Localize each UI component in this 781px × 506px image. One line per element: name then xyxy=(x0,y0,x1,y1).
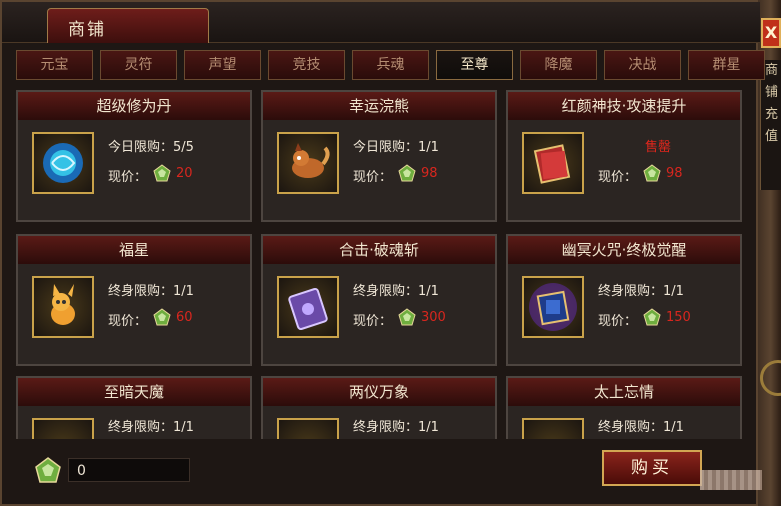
currency-gem-icon xyxy=(153,164,171,182)
item-name: 合击·破魂斩 xyxy=(263,236,495,264)
item-card[interactable]: 太上忘情 终身限购：1/1 xyxy=(506,376,742,439)
raccoon-pet-icon xyxy=(277,132,339,194)
tab-lingfu[interactable]: 灵符 xyxy=(100,50,177,80)
currency-gem-icon xyxy=(398,308,416,326)
item-card[interactable]: 福星 终身限购：1/1 现价： 60 xyxy=(16,234,252,366)
item-name: 超级修为丹 xyxy=(18,92,250,120)
currency-gem-icon xyxy=(643,164,661,182)
item-name: 两仪万象 xyxy=(263,378,495,406)
side-char: 值 xyxy=(764,129,778,144)
item-card[interactable]: 超级修为丹 今日限购：5/5 现价： 20 xyxy=(16,90,252,222)
tab-zhizun[interactable]: 至尊 xyxy=(436,50,513,80)
item-limit: 终身限购：1/1 xyxy=(108,420,194,435)
item-name: 幸运浣熊 xyxy=(263,92,495,120)
item-price: 20 xyxy=(176,166,193,181)
tab-binghun[interactable]: 兵魂 xyxy=(352,50,429,80)
item-limit: 今日限购：1/1 xyxy=(353,140,439,155)
item-price: 98 xyxy=(666,166,683,181)
side-char: 铺 xyxy=(764,85,778,100)
item-card[interactable]: 幽冥火咒·终极觉醒 终身限购：1/1 现价： 150 xyxy=(506,234,742,366)
item-limit: 终身限购：1/1 xyxy=(598,420,684,435)
price-label: 现价： xyxy=(353,170,393,185)
price-label: 现价： xyxy=(598,314,638,329)
soldout-label: 售罄 xyxy=(644,140,671,155)
item-limit: 终身限购：1/1 xyxy=(598,284,684,299)
item-card[interactable]: 合击·破魂斩 终身限购：1/1 现价： 300 xyxy=(261,234,497,366)
item-name: 红颜神技·攻速提升 xyxy=(508,92,740,120)
item-card[interactable]: 红颜神技·攻速提升 售罄 现价： 98 xyxy=(506,90,742,222)
tab-xiangmo[interactable]: 降魔 xyxy=(520,50,597,80)
currency-balance: 0 xyxy=(68,458,190,482)
dark-demon-icon xyxy=(32,418,94,439)
item-name: 至暗天魔 xyxy=(18,378,250,406)
title-tab: 商铺 xyxy=(47,8,209,43)
currency-gem-icon xyxy=(153,308,171,326)
close-button[interactable]: X xyxy=(761,18,781,48)
fox-pet-icon xyxy=(32,276,94,338)
watermark xyxy=(700,470,762,490)
titlebar: 商铺 xyxy=(2,2,760,43)
category-tabs: 元宝 灵符 声望 竞技 兵魂 至尊 降魔 决战 群星 xyxy=(16,50,765,82)
item-card[interactable]: 幸运浣熊 今日限购：1/1 现价： 98 xyxy=(261,90,497,222)
tab-juezhan[interactable]: 决战 xyxy=(604,50,681,80)
price-label: 现价： xyxy=(108,314,148,329)
dual-symbol-icon xyxy=(277,418,339,439)
currency-gem-icon xyxy=(398,164,416,182)
item-limit: 终身限购：1/1 xyxy=(353,420,439,435)
price-label: 现价： xyxy=(108,170,148,185)
price-label: 现价： xyxy=(353,314,393,329)
item-price: 300 xyxy=(421,310,446,325)
tab-qunxing[interactable]: 群星 xyxy=(688,50,765,80)
item-grid: 超级修为丹 今日限购：5/5 现价： 20 幸运浣熊 今日限购：1/1 现价： … xyxy=(12,86,750,439)
item-name: 太上忘情 xyxy=(508,378,740,406)
currency-gem-icon xyxy=(35,457,61,483)
blue-tome-icon xyxy=(522,276,584,338)
item-limit: 终身限购：1/1 xyxy=(108,284,194,299)
item-limit: 终身限购：1/1 xyxy=(353,284,439,299)
tab-yuanbao[interactable]: 元宝 xyxy=(16,50,93,80)
purple-scroll-icon xyxy=(277,276,339,338)
item-name: 幽冥火咒·终极觉醒 xyxy=(508,236,740,264)
item-card[interactable]: 两仪万象 终身限购：1/1 xyxy=(261,376,497,439)
item-price: 150 xyxy=(666,310,691,325)
bottom-bar: 0 购买 xyxy=(12,442,750,498)
shop-window: 商铺 元宝 灵符 声望 竞技 兵魂 至尊 降魔 决战 群星 超级修为丹 今日限购… xyxy=(0,0,765,506)
window-title: 商铺 xyxy=(68,20,106,40)
item-name: 福星 xyxy=(18,236,250,264)
tab-shengwang[interactable]: 声望 xyxy=(184,50,261,80)
item-price: 98 xyxy=(421,166,438,181)
item-price: 60 xyxy=(176,310,193,325)
tab-jingji[interactable]: 竞技 xyxy=(268,50,345,80)
currency-gem-icon xyxy=(643,308,661,326)
side-char: 充 xyxy=(764,107,778,122)
buy-button[interactable]: 购买 xyxy=(602,450,702,486)
red-book-icon xyxy=(522,132,584,194)
item-limit: 今日限购：5/5 xyxy=(108,140,194,155)
sect-book-icon xyxy=(522,418,584,439)
price-label: 现价： xyxy=(598,170,638,185)
item-card[interactable]: 至暗天魔 终身限购：1/1 xyxy=(16,376,252,439)
blue-orb-icon xyxy=(32,132,94,194)
